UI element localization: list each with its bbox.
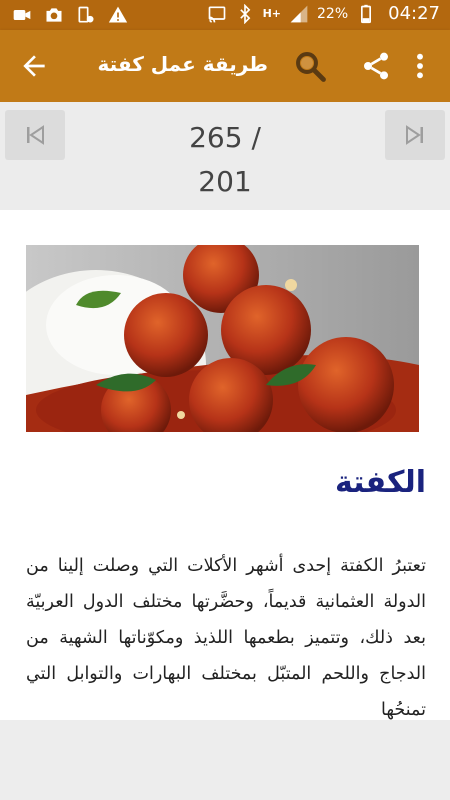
cast-icon: [208, 6, 225, 22]
article-title: الكفتة: [334, 465, 426, 500]
skip-last-icon: [406, 125, 423, 145]
app-bar: طريقة عمل كفتة ...: [0, 30, 450, 102]
battery-percent: 22%: [317, 5, 349, 22]
back-arrow-icon: [23, 55, 45, 77]
hero-image: [26, 245, 419, 432]
network-type: H+: [262, 7, 281, 20]
video-icon: [13, 10, 31, 20]
kofta-dish-image: [26, 245, 419, 432]
camera-icon: [46, 8, 62, 22]
article-content: الكفتة تعتبرُ الكفتة إحدى أشهر الأكلات ا…: [0, 210, 450, 720]
notification-icons: [12, 5, 128, 25]
share-icon: [364, 52, 388, 80]
app-title: طريقة عمل كفتة ...: [90, 52, 268, 76]
pager: 265 / 201: [0, 102, 450, 210]
status-bar: H+ 22% 04:27: [0, 0, 450, 30]
app-icon: [78, 6, 94, 23]
signal-icon: [290, 5, 308, 22]
bottom-area: [0, 720, 450, 800]
bluetooth-icon: [239, 3, 250, 24]
back-button[interactable]: [18, 50, 50, 82]
skip-first-icon: [27, 125, 44, 145]
battery-icon: [361, 4, 372, 23]
system-icons: H+ 22% 04:27: [207, 3, 440, 24]
clock: 04:27: [388, 3, 440, 24]
more-vert-icon: [417, 53, 423, 79]
page-current: 265 /: [189, 121, 261, 154]
search-button[interactable]: [292, 48, 328, 84]
warning-icon: [108, 6, 128, 23]
page-total: 201: [198, 165, 252, 198]
first-page-button[interactable]: [5, 110, 65, 160]
more-options-button[interactable]: [410, 50, 430, 82]
share-button[interactable]: [360, 50, 392, 82]
page-indicator: 265 / 201: [120, 116, 330, 204]
search-icon: [296, 52, 326, 82]
last-page-button[interactable]: [385, 110, 445, 160]
article-body: تعتبرُ الكفتة إحدى أشهر الأكلات التي وصل…: [26, 556, 426, 720]
